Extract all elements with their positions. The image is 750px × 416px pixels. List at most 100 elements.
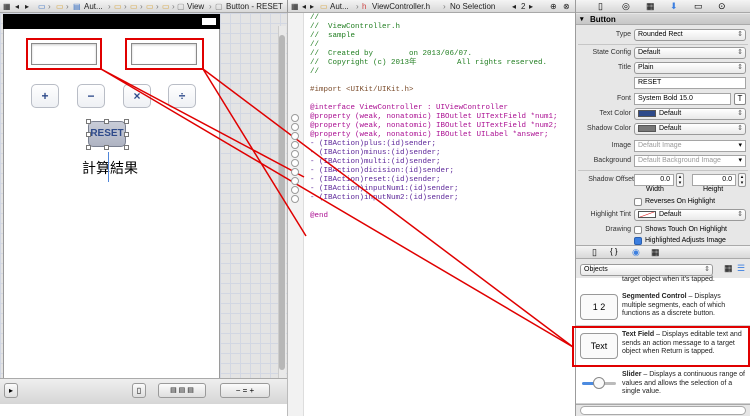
connection-circle-icon[interactable] <box>291 150 299 158</box>
image-field[interactable]: Default Image ▾ <box>634 140 746 152</box>
num1-text-field[interactable] <box>31 43 97 65</box>
grid-view-icon[interactable]: ▦ <box>724 263 733 274</box>
divide-button[interactable]: ÷ <box>168 84 196 108</box>
breadcrumb-aut[interactable]: Aut... <box>84 1 103 12</box>
file-template-icon[interactable]: ▯ <box>592 247 597 258</box>
identity-inspector-icon[interactable]: ▦ <box>646 1 655 12</box>
breadcrumb-aut-editor[interactable]: Aut... <box>330 1 349 12</box>
resize-handle[interactable] <box>104 119 109 124</box>
adjusts-image-checkbox[interactable] <box>634 237 642 245</box>
type-select[interactable]: Rounded Rect ⇕ <box>634 29 746 41</box>
shadow-width-stepper[interactable]: ▴ ▾ <box>676 173 684 187</box>
font-picker-icon[interactable]: T <box>734 93 746 105</box>
code-line: #import <UIKit/UIKit.h> <box>310 86 414 94</box>
state-config-label: State Config <box>592 49 631 56</box>
type-label: Type <box>615 31 631 38</box>
height-caption: Height <box>703 186 724 193</box>
resize-handle[interactable] <box>124 119 129 124</box>
breadcrumb-view[interactable]: View <box>187 1 204 12</box>
connection-circle-icon[interactable] <box>291 114 299 122</box>
library-search-field[interactable] <box>580 406 746 415</box>
close-editor-icon[interactable]: ⊗ <box>563 1 570 12</box>
library-tabs <box>576 245 750 259</box>
forward-arrow-icon[interactable]: ▸ <box>25 1 29 12</box>
reverses-checkbox[interactable] <box>634 198 642 206</box>
prev-counterpart-icon[interactable]: ◂ <box>512 1 516 12</box>
code-line: @property (weak, nonatomic) IBOutlet UIT… <box>310 122 558 130</box>
connection-circle-icon[interactable] <box>291 168 299 176</box>
title-text-field[interactable]: RESET <box>634 77 746 89</box>
resize-handle[interactable] <box>104 145 109 150</box>
library-item-segmented-control[interactable]: 1 2 Segmented Control – Displays multipl… <box>576 288 750 326</box>
resize-handle[interactable] <box>86 119 91 124</box>
shadow-color-value: Default <box>659 125 682 132</box>
answer-label[interactable]: 計算結果 <box>82 158 138 178</box>
resize-handle[interactable] <box>124 132 129 137</box>
title-select[interactable]: Plain ⇕ <box>634 62 746 74</box>
media-library-icon[interactable]: ▦ <box>651 247 660 258</box>
connection-circle-icon[interactable] <box>291 159 299 167</box>
object-library-icon[interactable]: ◉ <box>632 247 640 258</box>
guide-line <box>108 152 109 182</box>
reverses-label: Reverses On Highlight <box>645 198 716 205</box>
attributes-inspector-icon[interactable]: ⬇ <box>670 1 678 12</box>
view-controller-scene[interactable] <box>3 14 220 402</box>
connection-circle-icon[interactable] <box>291 123 299 131</box>
font-field[interactable]: System Bold 15.0 <box>634 93 731 105</box>
quick-help-icon[interactable]: ◎ <box>622 1 630 12</box>
connection-circle-icon[interactable] <box>291 195 299 203</box>
vc-icon-4: ▭ <box>162 2 170 11</box>
code-line: // ViewController.h <box>310 23 401 31</box>
size-inspector-icon[interactable]: ▭ <box>694 1 703 12</box>
connection-circle-icon[interactable] <box>291 186 299 194</box>
adjusts-image-label: Highlighted Adjusts Image <box>645 237 726 244</box>
canvas-scroll-thumb[interactable] <box>279 35 285 370</box>
related-items-icon[interactable]: ▦ <box>291 1 299 12</box>
disclosure-triangle-icon[interactable]: ▾ <box>580 14 584 25</box>
grid-icon[interactable]: ▦ <box>3 1 11 12</box>
list-view-icon[interactable]: ☰ <box>737 263 745 274</box>
shadow-height-field[interactable]: 0.0 <box>692 174 736 186</box>
breadcrumb-button[interactable]: Button - RESET <box>226 1 283 12</box>
highlight-tint-select[interactable]: Default ⇕ <box>634 209 746 221</box>
num2-text-field[interactable] <box>131 43 197 65</box>
text-color-select[interactable]: Default ⇕ <box>634 108 746 120</box>
forward-arrow-icon[interactable]: ▸ <box>310 1 314 12</box>
code-snippet-icon[interactable]: { } <box>610 247 618 256</box>
library-filter-select[interactable]: Objects ⇕ <box>580 264 713 276</box>
view-icon: ▢ <box>177 2 185 11</box>
shows-touch-checkbox[interactable] <box>634 226 642 234</box>
reset-button[interactable]: RESET <box>88 121 126 147</box>
connection-circle-icon[interactable] <box>291 141 299 149</box>
editor-gutter[interactable] <box>288 13 304 416</box>
connection-circle-icon[interactable] <box>291 132 299 140</box>
size-toggle-button[interactable]: ▯ <box>132 383 146 398</box>
plus-button[interactable]: + <box>31 84 59 108</box>
zoom-buttons[interactable]: − = + <box>220 383 270 398</box>
editor-selection[interactable]: No Selection <box>450 1 495 12</box>
shadow-color-select[interactable]: Default ⇕ <box>634 123 746 135</box>
connections-inspector-icon[interactable]: ⊙ <box>718 1 726 12</box>
connection-circle-icon[interactable] <box>291 177 299 185</box>
background-field[interactable]: Default Background Image ▾ <box>634 155 746 167</box>
resize-handle[interactable] <box>124 145 129 150</box>
editor-file-name[interactable]: ViewController.h <box>372 1 430 12</box>
shadow-width-field[interactable]: 0.0 <box>634 174 674 186</box>
back-arrow-icon[interactable]: ◂ <box>15 1 19 12</box>
resolve-layout-buttons[interactable]: ▤ ▤ ▤ <box>158 383 206 398</box>
state-config-select[interactable]: Default ⇕ <box>634 47 746 59</box>
button-section-header[interactable]: ▾ Button <box>576 14 750 25</box>
shadow-height-stepper[interactable]: ▴ ▾ <box>738 173 746 187</box>
file-inspector-icon[interactable]: ▯ <box>598 1 603 12</box>
code-editor[interactable] <box>287 13 575 416</box>
library-filter-value: Objects <box>584 266 608 273</box>
document-outline-button[interactable]: ▸ <box>4 383 18 398</box>
add-editor-icon[interactable]: ⊕ <box>550 1 557 12</box>
multiply-button[interactable]: × <box>123 84 151 108</box>
resize-handle[interactable] <box>86 145 91 150</box>
library-item-slider[interactable]: Slider – Displays a continuous range of … <box>576 367 750 404</box>
minus-button[interactable]: − <box>77 84 105 108</box>
next-counterpart-icon[interactable]: ▸ <box>529 1 533 12</box>
back-arrow-icon[interactable]: ◂ <box>302 1 306 12</box>
resize-handle[interactable] <box>86 132 91 137</box>
